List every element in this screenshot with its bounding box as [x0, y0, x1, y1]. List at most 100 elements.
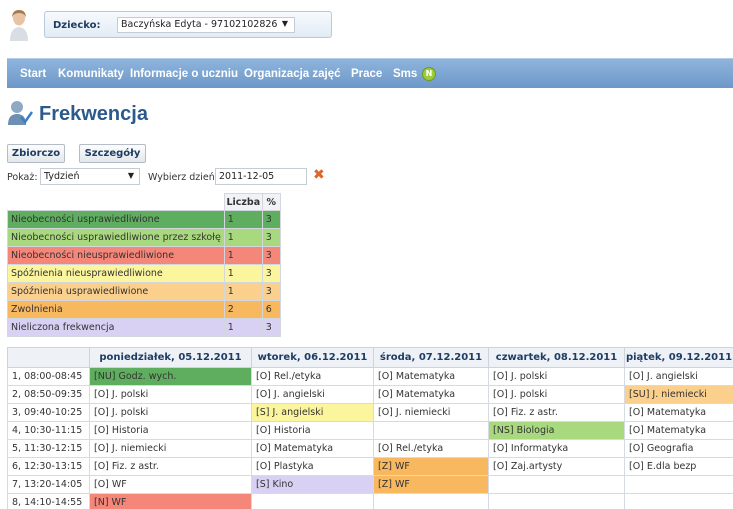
page-title: Frekwencja [39, 103, 148, 125]
lesson-cell [488, 475, 625, 494]
legend-percent: 3 [261, 282, 281, 301]
lesson-cell[interactable]: [O] Rel./etyka [373, 439, 489, 458]
lesson-cell[interactable]: [Z] WF [373, 457, 489, 476]
nav-start[interactable]: Start [20, 68, 46, 80]
lesson-row: 5, 11:30-12:15 [O] J. niemiecki [O] Matema… [7, 439, 733, 458]
lesson-cell [624, 475, 733, 494]
lesson-cell[interactable]: [O] Historia [89, 421, 252, 440]
nav-sms[interactable]: Sms [393, 68, 417, 80]
summary-button[interactable]: Zbiorczo [7, 144, 65, 163]
period-cell: 8, 14:10-14:55 [7, 493, 90, 509]
legend-count: 1 [223, 282, 263, 301]
lesson-cell[interactable]: [O] J. niemiecki [89, 439, 252, 458]
legend-row: Nieobecności nieusprawiedliwione 1 3 [7, 246, 281, 265]
lesson-cell[interactable]: [S] Kino [251, 475, 374, 494]
chevron-down-icon: ▼ [281, 19, 288, 28]
legend-percent: 3 [261, 210, 281, 229]
legend-label: Nieobecności usprawiedliwione przez szko… [7, 228, 225, 247]
lesson-cell[interactable]: [O] J. polski [488, 367, 625, 386]
lesson-cell[interactable]: [SU] J. niemiecki [624, 385, 733, 404]
period-header [7, 347, 90, 368]
show-label: Pokaż: [7, 172, 38, 183]
legend-row: Nieliczona frekwencja 1 3 [7, 318, 281, 337]
lesson-row: 3, 09:40-10:25 [O] J. polski [S] J. angiel… [7, 403, 733, 422]
date-input[interactable]: 2011-12-05 [215, 168, 307, 185]
period-cell: 1, 08:00-08:45 [7, 367, 90, 386]
period-cell: 2, 08:50-09:35 [7, 385, 90, 404]
lesson-cell [373, 421, 489, 440]
period-select[interactable]: Tydzień ▼ [40, 168, 140, 185]
legend-label: Nieliczona frekwencja [7, 318, 225, 337]
day-header: środa, 07.12.2011 [373, 347, 489, 368]
legend-label: Zwolnienia [7, 300, 225, 319]
filter-row: Pokaż: Tydzień ▼ Wybierz dzień: 2011-12-… [7, 167, 337, 186]
lesson-cell[interactable]: [O] J. polski [89, 403, 252, 422]
lesson-cell[interactable]: [NU] Godz. wych. [89, 367, 252, 386]
nav-informacje-o-uczniu[interactable]: Informacje o uczniu [130, 68, 238, 80]
lesson-cell[interactable]: [NS] Biologia [488, 421, 625, 440]
nav-prace[interactable]: Prace [351, 68, 382, 80]
lesson-row: 7, 13:20-14:05 [O] WF [S] Kino [Z] WF [7, 475, 733, 494]
lesson-row: 8, 14:10-14:55 [N] WF [7, 493, 733, 509]
period-cell: 5, 11:30-12:15 [7, 439, 90, 458]
lesson-cell[interactable]: [O] J. polski [89, 385, 252, 404]
clear-date-icon[interactable]: ✖ [313, 167, 325, 183]
child-selector-box: Dziecko: Baczyńska Edyta - 97102102826 ▼ [44, 11, 332, 38]
lesson-cell [373, 493, 489, 509]
lesson-cell[interactable]: [O] WF [89, 475, 252, 494]
lesson-cell[interactable]: [O] Informatyka [488, 439, 625, 458]
legend-count: 1 [223, 210, 263, 229]
lesson-cell [251, 493, 374, 509]
lesson-row: 1, 08:00-08:45 [NU] Godz. wych. [O] Rel./e… [7, 367, 733, 386]
legend-percent: 3 [261, 264, 281, 283]
lesson-cell[interactable]: [O] Matematyka [624, 421, 733, 440]
legend-label: Nieobecności nieusprawiedliwione [7, 246, 225, 265]
legend-count: 1 [223, 264, 263, 283]
details-button[interactable]: Szczegóły [79, 144, 146, 163]
lesson-cell[interactable]: [N] WF [89, 493, 252, 509]
legend-percent: 3 [261, 246, 281, 265]
lesson-cell[interactable]: [O] J. polski [488, 385, 625, 404]
lesson-cell[interactable]: [O] Plastyka [251, 457, 374, 476]
lesson-cell[interactable]: [O] E.dla bezp [624, 457, 733, 476]
child-select[interactable]: Baczyńska Edyta - 97102102826 ▼ [117, 17, 295, 33]
period-select-value: Tydzień [44, 171, 80, 182]
lesson-cell[interactable]: [O] Historia [251, 421, 374, 440]
lesson-cell[interactable]: [Z] WF [373, 475, 489, 494]
lesson-cell[interactable]: [O] Zaj.artysty [488, 457, 625, 476]
student-avatar [10, 10, 28, 41]
count-header: Liczba [223, 193, 263, 211]
legend-label: Spóźnienia usprawiedliwione [7, 282, 225, 301]
child-select-value: Baczyńska Edyta - 97102102826 [121, 19, 278, 30]
legend-row: Spóźnienia nieusprawiedliwione 1 3 [7, 264, 281, 283]
legend-row: Zwolnienia 2 6 [7, 300, 281, 319]
lesson-cell[interactable]: [O] J. angielski [624, 367, 733, 386]
attendance-user-icon [8, 101, 33, 125]
lesson-cell[interactable]: [O] Fiz. z astr. [488, 403, 625, 422]
lesson-cell[interactable]: [S] J. angielski [251, 403, 374, 422]
child-label: Dziecko: [53, 20, 101, 31]
lesson-cell[interactable]: [O] J. niemiecki [373, 403, 489, 422]
main-nav: Start Komunikaty Informacje o uczniu Org… [7, 58, 733, 88]
legend-label: Nieobecności usprawiedliwione [7, 210, 225, 229]
nav-organizacja-zajec[interactable]: Organizacja zajęć [244, 68, 341, 80]
lesson-cell[interactable]: [O] Matematyka [624, 403, 733, 422]
top-bar: Dziecko: Baczyńska Edyta - 97102102826 ▼ [0, 0, 733, 56]
day-label: Wybierz dzień: [148, 172, 218, 183]
lesson-row: 4, 10:30-11:15 [O] Historia [O] Historia [N… [7, 421, 733, 440]
attendance-schedule-table: poniedziałek, 05.12.2011 wtorek, 06.12.20… [7, 347, 733, 509]
lesson-cell[interactable]: [O] Rel./etyka [251, 367, 374, 386]
lesson-cell[interactable]: [O] Matematyka [251, 439, 374, 458]
lesson-cell[interactable]: [O] J. angielski [251, 385, 374, 404]
lesson-cell[interactable]: [O] Geografia [624, 439, 733, 458]
period-cell: 4, 10:30-11:15 [7, 421, 90, 440]
lesson-cell[interactable]: [O] Fiz. z astr. [89, 457, 252, 476]
lesson-cell[interactable]: [O] Matematyka [373, 385, 489, 404]
lesson-cell [624, 493, 733, 509]
lesson-cell[interactable]: [O] Matematyka [373, 367, 489, 386]
legend-percent: 6 [261, 300, 281, 319]
lesson-row: 6, 12:30-13:15 [O] Fiz. z astr. [O] Plasty… [7, 457, 733, 476]
nav-komunikaty[interactable]: Komunikaty [58, 68, 124, 80]
legend-percent: 3 [261, 318, 281, 337]
lesson-cell [488, 493, 625, 509]
